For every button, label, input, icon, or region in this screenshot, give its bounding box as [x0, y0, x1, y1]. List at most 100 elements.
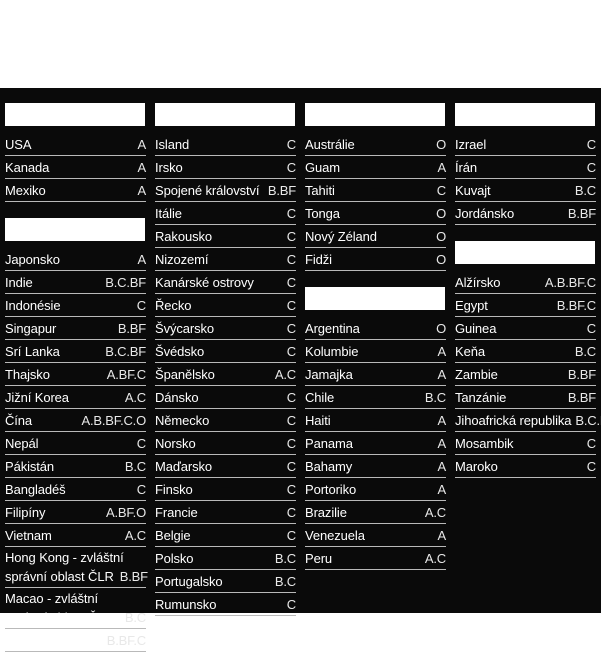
country-name: Haiti: [305, 413, 331, 428]
country-name: Indie: [5, 275, 33, 290]
table-row: Portugalsko B.C: [155, 570, 296, 593]
plug-type-codes: A: [137, 160, 147, 175]
plug-type-codes: C: [286, 298, 296, 313]
table-row: Vietnam A.C: [5, 524, 146, 547]
table-row: Brazilie A.C: [305, 501, 446, 524]
table-row: Kuvajt B.C: [455, 179, 596, 202]
column-3: Austrálie O Guam A Tahiti C Tonga O Nový Zéland O…: [300, 88, 450, 570]
table-row: USA A: [5, 133, 146, 156]
plug-type-codes: A: [437, 367, 447, 382]
country-name: Island: [155, 137, 190, 152]
plug-type-codes: B.C: [574, 183, 596, 198]
plug-type-codes: A.C: [274, 367, 296, 382]
table-row: Polsko B.C: [155, 547, 296, 570]
table-row: Itálie C: [155, 202, 296, 225]
plug-type-codes: A: [437, 528, 447, 543]
plug-type-codes: C: [286, 390, 296, 405]
table-row: Nepál C: [5, 432, 146, 455]
section: Japonsko A Indie B.C.BF Indonésie C Singapur B.…: [5, 218, 148, 652]
country-name: Dánsko: [155, 390, 199, 405]
section: Alžírsko A.B.BF.C Egypt B.BF.C Guinea C Keňa B.…: [455, 241, 601, 478]
country-name: Čína: [5, 413, 33, 428]
country-name: Norsko: [155, 436, 196, 451]
country-name-line-2: správní oblast ČLR B.BF: [5, 567, 148, 586]
country-name: Izrael: [455, 137, 487, 152]
section: Izrael C Írán C Kuvajt B.C Jordánsko B.BF: [455, 103, 596, 225]
table-row: Egypt B.BF.C: [455, 294, 596, 317]
page-root: USA A Kanada A Mexiko A Japonsko A Indie B.C.BF In…: [0, 0, 601, 652]
table-row: Norsko C: [155, 432, 296, 455]
plug-type-codes: O: [436, 206, 446, 221]
country-name: Brazilie: [305, 505, 347, 520]
section-header-box: [5, 103, 145, 126]
table-row: Panama A: [305, 432, 446, 455]
plug-type-codes: A.C: [124, 528, 146, 543]
country-name: Chile: [305, 390, 335, 405]
table-row: Maďarsko C: [155, 455, 296, 478]
country-name: Mosambik: [455, 436, 514, 451]
country-name: Vietnam: [5, 528, 52, 543]
table-row: Guinea C: [455, 317, 596, 340]
table-row: Hong Kong - zvláštní správní oblast ČLR B.…: [5, 547, 148, 588]
plug-type-codes: C: [136, 298, 146, 313]
table-row: Austrálie O: [305, 133, 446, 156]
column-4: Izrael C Írán C Kuvajt B.C Jordánsko B.BF Alžírs…: [450, 88, 601, 478]
country-name: Řecko: [155, 298, 192, 313]
table-row: Filipíny A.BF.O: [5, 501, 146, 524]
plug-type-codes: A.C: [424, 551, 446, 566]
plug-type-codes: C: [286, 275, 296, 290]
table-row: Guam A: [305, 156, 446, 179]
plug-type-codes: C: [286, 436, 296, 451]
section-header-box: [305, 103, 445, 126]
plug-type-codes: C: [286, 413, 296, 428]
table-row: Singapur B.BF: [5, 317, 146, 340]
column-2: Island C Irsko C Spojené království B.BF Itáli…: [150, 88, 300, 616]
column-1: USA A Kanada A Mexiko A Japonsko A Indie B.C.BF In…: [0, 88, 150, 652]
country-name: Tanzánie: [455, 390, 507, 405]
table-row: Argentina O: [305, 317, 446, 340]
table-row: Belgie C: [155, 524, 296, 547]
table-row: Peru A.C: [305, 547, 446, 570]
table-row: Alžírsko A.B.BF.C: [455, 271, 596, 294]
plug-type-codes: C: [286, 160, 296, 175]
table-row: Chile B.C: [305, 386, 446, 409]
plug-type-codes: C: [286, 528, 296, 543]
country-name: Filipíny: [5, 505, 46, 520]
plug-type-codes: B.BF: [117, 321, 146, 336]
table-row: Rakousko C: [155, 225, 296, 248]
country-name: Irsko: [155, 160, 183, 175]
section-header-box: [305, 287, 445, 310]
country-name: Guam: [305, 160, 341, 175]
table-row: Macao - zvláštní správní oblast ČLR B.C: [5, 588, 146, 629]
table-row: Japonsko A: [5, 248, 146, 271]
table-row: Portoriko A: [305, 478, 446, 501]
table-row: Švédsko C: [155, 340, 296, 363]
country-name: Srí Lanka: [5, 344, 60, 359]
plug-type-codes: C: [286, 597, 296, 612]
country-name: Austrálie: [305, 137, 355, 152]
country-name: Fidži: [305, 252, 332, 267]
section-header-box: [455, 103, 595, 126]
table-row: Irsko C: [155, 156, 296, 179]
plug-type-codes: A.BF.O: [106, 505, 146, 520]
table-row: Bangladéš C: [5, 478, 146, 501]
section-header-box: [5, 218, 145, 241]
country-name: Nepál: [5, 436, 39, 451]
country-name: Itálie: [155, 206, 182, 221]
country-name: Thajsko: [5, 367, 50, 382]
country-name: Rumunsko: [155, 597, 217, 612]
country-name: Panama: [305, 436, 353, 451]
plug-type-codes: O: [436, 137, 446, 152]
country-name: Švýcarsko: [155, 321, 215, 336]
plug-type-codes: C: [286, 252, 296, 267]
country-name: USA: [5, 137, 32, 152]
plug-type-codes: B.BF: [119, 569, 148, 584]
country-name: Bangladéš: [5, 482, 66, 497]
country-name: Portoriko: [305, 482, 357, 497]
table-row: Kanada A: [5, 156, 146, 179]
country-name: Portugalsko: [155, 574, 223, 589]
plug-type-codes: A.B.BF.C.O: [81, 413, 147, 428]
country-name: Bahamy: [305, 459, 353, 474]
country-name: Tahiti: [305, 183, 335, 198]
country-name: Guinea: [455, 321, 497, 336]
